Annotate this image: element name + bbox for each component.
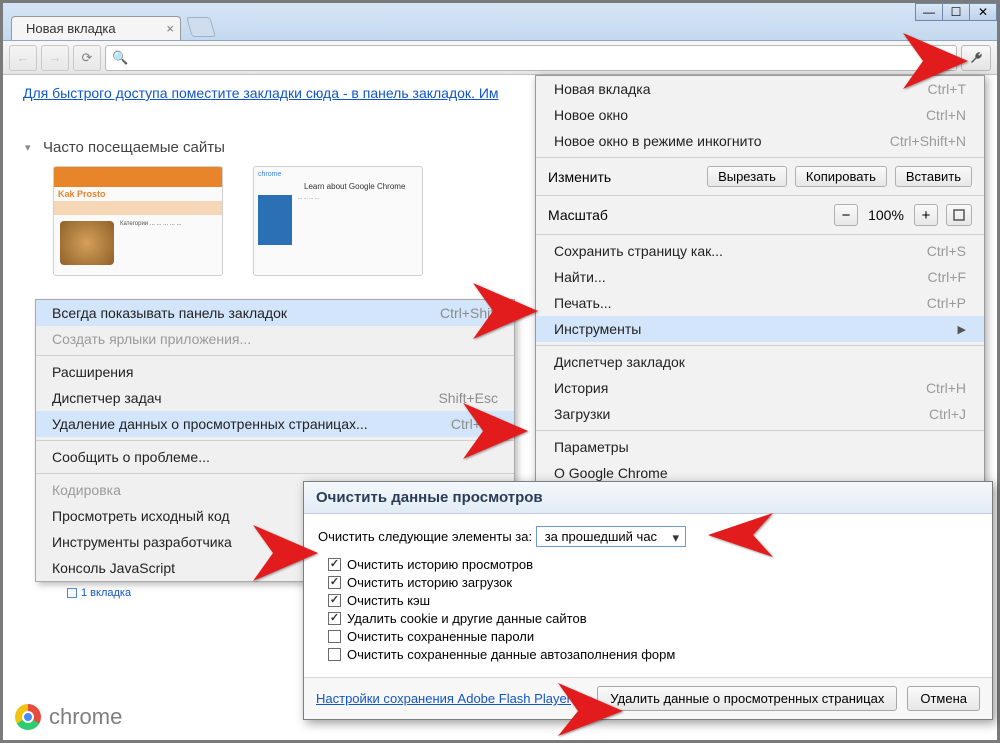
paste-button[interactable]: Вставить xyxy=(895,166,972,187)
checkbox-row[interactable]: Очистить кэш xyxy=(328,593,978,608)
flash-settings-link[interactable]: Настройки сохранения Adobe Flash Player xyxy=(316,691,571,706)
checkbox-label: Удалить cookie и другие данные сайтов xyxy=(347,611,587,626)
browser-tab[interactable]: Новая вкладка × xyxy=(11,16,181,40)
checkbox[interactable] xyxy=(328,558,341,571)
back-button[interactable]: ← xyxy=(9,45,37,71)
checkbox[interactable] xyxy=(328,594,341,607)
chrome-logo-icon xyxy=(15,704,41,730)
zoom-out-button[interactable]: − xyxy=(834,204,858,226)
reload-button[interactable]: ⟳ xyxy=(73,45,101,71)
window-controls: — ☐ ✕ xyxy=(916,3,997,21)
menu-item[interactable]: Сохранить страницу как...Ctrl+S xyxy=(536,238,984,264)
site-thumbnail[interactable]: Kak Prosto Категории ... ... ... ... ... xyxy=(53,166,223,276)
period-select[interactable]: за прошедший час xyxy=(536,526,686,547)
tab-title: Новая вкладка xyxy=(26,21,116,36)
menu-item[interactable]: Новая вкладкаCtrl+T xyxy=(536,76,984,102)
submenu-item[interactable]: Сообщить о проблеме... xyxy=(36,444,514,470)
checkbox[interactable] xyxy=(328,576,341,589)
site-thumbnail[interactable]: chrome Learn about Google Chrome ... ...… xyxy=(253,166,423,276)
edit-row: ИзменитьВырезатьКопироватьВставить xyxy=(536,161,984,192)
fullscreen-button[interactable] xyxy=(946,204,972,226)
submenu-item: Создать ярлыки приложения... xyxy=(36,326,514,352)
forward-button[interactable]: → xyxy=(41,45,69,71)
submenu-item[interactable]: Всегда показывать панель закладокCtrl+Sh… xyxy=(36,300,514,326)
zoom-in-button[interactable]: + xyxy=(914,204,938,226)
wrench-menu: Новая вкладкаCtrl+TНовое окноCtrl+NНовое… xyxy=(535,75,985,487)
zoom-row: Масштаб−100%+ xyxy=(536,199,984,231)
checkbox[interactable] xyxy=(328,630,341,643)
menu-item[interactable]: Новое окно в режиме инкогнитоCtrl+Shift+… xyxy=(536,128,984,154)
checkbox-label: Очистить историю загрузок xyxy=(347,575,512,590)
submenu-item[interactable]: Удаление данных о просмотренных страница… xyxy=(36,411,514,437)
cut-button[interactable]: Вырезать xyxy=(707,166,787,187)
submenu-item[interactable]: Расширения xyxy=(36,359,514,385)
maximize-button[interactable]: ☐ xyxy=(942,3,970,21)
checkbox-label: Очистить сохраненные пароли xyxy=(347,629,534,644)
checkbox-row[interactable]: Очистить сохраненные пароли xyxy=(328,629,978,644)
period-label: Очистить следующие элементы за: xyxy=(318,529,532,544)
checkbox-row[interactable]: Удалить cookie и другие данные сайтов xyxy=(328,611,978,626)
clear-browsing-data-dialog: Очистить данные просмотров Очистить след… xyxy=(303,481,993,720)
wrench-menu-button[interactable] xyxy=(961,45,991,71)
menu-item[interactable]: Инструменты▶ xyxy=(536,316,984,342)
checkbox-row[interactable]: Очистить историю просмотров xyxy=(328,557,978,572)
bookmarks-hint-link[interactable]: Для быстрого доступа поместите закладки … xyxy=(23,85,499,101)
checkbox-label: Очистить историю просмотров xyxy=(347,557,533,572)
chevron-right-icon: ▶ xyxy=(958,323,966,336)
menu-item[interactable]: ЗагрузкиCtrl+J xyxy=(536,401,984,427)
tab-count: 1 вкладка xyxy=(67,587,131,599)
new-tab-button[interactable] xyxy=(186,17,216,37)
menu-item[interactable]: Найти...Ctrl+F xyxy=(536,264,984,290)
dialog-title: Очистить данные просмотров xyxy=(304,482,992,514)
tabstrip: Новая вкладка × xyxy=(11,3,213,40)
checkbox-label: Очистить сохраненные данные автозаполнен… xyxy=(347,647,675,662)
copy-button[interactable]: Копировать xyxy=(795,166,887,187)
menu-item[interactable]: Диспетчер закладок xyxy=(536,349,984,375)
toolbar: ← → ⟳ 🔍 xyxy=(3,41,997,75)
submenu-item[interactable]: Диспетчер задачShift+Esc xyxy=(36,385,514,411)
menu-item[interactable]: Новое окноCtrl+N xyxy=(536,102,984,128)
menu-item[interactable]: Параметры xyxy=(536,434,984,460)
checkbox[interactable] xyxy=(328,648,341,661)
cancel-button[interactable]: Отмена xyxy=(907,686,980,711)
checkbox-label: Очистить кэш xyxy=(347,593,430,608)
checkbox-row[interactable]: Очистить сохраненные данные автозаполнен… xyxy=(328,647,978,662)
checkbox-row[interactable]: Очистить историю загрузок xyxy=(328,575,978,590)
close-button[interactable]: ✕ xyxy=(969,3,997,21)
zoom-value: 100% xyxy=(866,207,906,223)
address-bar[interactable]: 🔍 xyxy=(105,45,957,71)
menu-item[interactable]: ИсторияCtrl+H xyxy=(536,375,984,401)
chrome-brand: chrome xyxy=(15,704,122,730)
checkbox[interactable] xyxy=(328,612,341,625)
minimize-button[interactable]: — xyxy=(915,3,943,21)
confirm-button[interactable]: Удалить данные о просмотренных страницах xyxy=(597,686,897,711)
menu-item[interactable]: Печать...Ctrl+P xyxy=(536,290,984,316)
search-icon: 🔍 xyxy=(112,50,128,66)
titlebar: Новая вкладка × — ☐ ✕ xyxy=(3,3,997,41)
close-icon[interactable]: × xyxy=(166,21,174,36)
brand-text: chrome xyxy=(49,704,122,730)
